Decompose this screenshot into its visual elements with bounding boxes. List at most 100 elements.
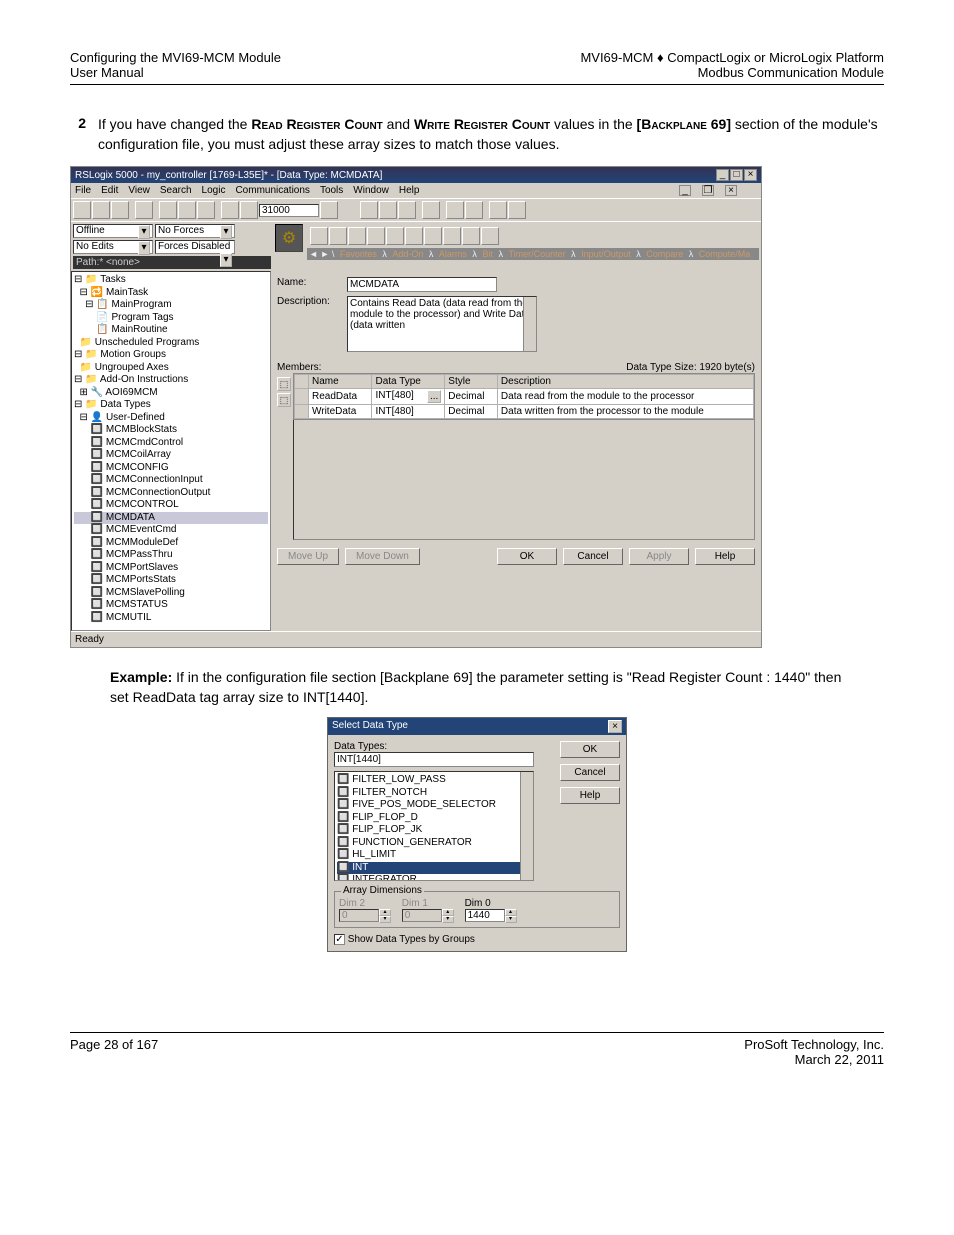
toolbtn-a-icon[interactable] bbox=[360, 201, 378, 219]
dim0-down-icon[interactable]: ▾ bbox=[505, 916, 517, 923]
menu-view[interactable]: View bbox=[128, 185, 150, 196]
dim0-up-icon[interactable]: ▴ bbox=[505, 909, 517, 916]
tree-node[interactable]: 🔲 MCMPortSlaves bbox=[74, 562, 268, 575]
list-item[interactable]: 🔲 FLIP_FLOP_D bbox=[337, 812, 531, 825]
tab-favorites[interactable]: Favorites bbox=[340, 249, 377, 259]
nav-prev-icon[interactable] bbox=[329, 227, 347, 245]
new-icon[interactable] bbox=[73, 201, 91, 219]
table-row[interactable]: ReadData INT[480] ... Decimal Data read … bbox=[295, 389, 754, 405]
tree-node[interactable]: 🔲 MCMDATA bbox=[74, 512, 268, 525]
undo-icon[interactable] bbox=[221, 201, 239, 219]
col-desc[interactable]: Description bbox=[497, 375, 753, 389]
tree-node[interactable]: 🔲 MCMEventCmd bbox=[74, 524, 268, 537]
list-item[interactable]: 🔲 FILTER_LOW_PASS bbox=[337, 774, 531, 787]
tree-node[interactable]: 📄 Program Tags bbox=[74, 312, 268, 325]
tree-node[interactable]: 🔲 MCMBlockStats bbox=[74, 424, 268, 437]
tree-node[interactable]: 🔲 MCMSTATUS bbox=[74, 599, 268, 612]
list-item[interactable]: 🔲 FIVE_POS_MODE_SELECTOR bbox=[337, 799, 531, 812]
tree-node[interactable]: ⊞ 🔧 AOI69MCM bbox=[74, 387, 268, 400]
name-field[interactable]: MCMDATA bbox=[347, 277, 497, 292]
show-groups-checkbox[interactable]: ✓ Show Data Types by Groups bbox=[334, 934, 620, 945]
cut-icon[interactable] bbox=[159, 201, 177, 219]
tree-node[interactable]: ⊟ 📋 MainProgram bbox=[74, 299, 268, 312]
menu-edit[interactable]: Edit bbox=[101, 185, 118, 196]
dim0-field[interactable]: 1440 bbox=[465, 909, 505, 922]
tab-io[interactable]: Input/Output bbox=[581, 249, 631, 259]
tree-node[interactable]: 🔲 MCMPassThru bbox=[74, 549, 268, 562]
cell-type[interactable]: INT[480] ... bbox=[372, 389, 445, 405]
dialog-close-icon[interactable]: × bbox=[608, 720, 622, 733]
tab-alarms[interactable]: Alarms bbox=[439, 249, 467, 259]
menu-logic[interactable]: Logic bbox=[202, 185, 226, 196]
datatypes-field[interactable]: INT[1440] bbox=[334, 752, 534, 767]
grid-side-btn-1-icon[interactable]: ⬚ bbox=[277, 377, 291, 391]
open-icon[interactable] bbox=[92, 201, 110, 219]
nav-last-icon[interactable] bbox=[405, 227, 423, 245]
col-name[interactable]: Name bbox=[309, 375, 372, 389]
table-row[interactable]: WriteData INT[480] Decimal Data written … bbox=[295, 405, 754, 419]
checkbox-icon[interactable]: ✓ bbox=[334, 934, 345, 945]
cell-name[interactable]: WriteData bbox=[309, 405, 372, 419]
tree-node[interactable]: 🔲 MCMPortsStats bbox=[74, 574, 268, 587]
tree-node[interactable]: 🔲 MCMCONTROL bbox=[74, 499, 268, 512]
list-item[interactable]: 🔲 FILTER_NOTCH bbox=[337, 787, 531, 800]
offline-combo[interactable]: Offline▾ bbox=[73, 224, 153, 238]
apply-button[interactable]: Apply bbox=[629, 548, 689, 565]
close-icon[interactable]: × bbox=[744, 169, 757, 181]
maximize-icon[interactable]: □ bbox=[730, 169, 743, 181]
project-tree[interactable]: ⊟ 📁 Tasks ⊟ 🔁 MainTask ⊟ 📋 MainProgram 📄… bbox=[71, 271, 271, 631]
tab-timer[interactable]: Timer/Counter bbox=[508, 249, 565, 259]
col-style[interactable]: Style bbox=[445, 375, 498, 389]
nav-rung-icon[interactable] bbox=[348, 227, 366, 245]
cell-desc[interactable]: Data written from the processor to the m… bbox=[497, 405, 753, 419]
nav-g-icon[interactable] bbox=[424, 227, 442, 245]
noedits-combo[interactable]: No Edits▾ bbox=[73, 240, 153, 254]
menu-search[interactable]: Search bbox=[160, 185, 192, 196]
grid-side-btn-2-icon[interactable]: ⬚ bbox=[277, 393, 291, 407]
zoom-out-icon[interactable] bbox=[508, 201, 526, 219]
redo-icon[interactable] bbox=[240, 201, 258, 219]
cell-style[interactable]: Decimal bbox=[445, 389, 498, 405]
list-item[interactable]: 🔲 INT bbox=[337, 862, 531, 875]
tree-node[interactable]: 📁 Unscheduled Programs bbox=[74, 337, 268, 350]
doc-close-icon[interactable]: × bbox=[725, 185, 737, 196]
doc-restore-icon[interactable]: ❐ bbox=[702, 185, 714, 196]
dialog-cancel-button[interactable]: Cancel bbox=[560, 764, 620, 781]
dropdown-icon[interactable] bbox=[320, 201, 338, 219]
print-icon[interactable] bbox=[135, 201, 153, 219]
tree-node[interactable]: 🔲 MCMConnectionInput bbox=[74, 474, 268, 487]
desc-scrollbar[interactable] bbox=[523, 297, 536, 351]
tree-node[interactable]: 🔲 MCMUTIL bbox=[74, 612, 268, 625]
movedown-button[interactable]: Move Down bbox=[345, 548, 420, 565]
tree-node[interactable]: ⊟ 🔁 MainTask bbox=[74, 287, 268, 300]
tree-node[interactable]: 🔲 MCMCONFIG bbox=[74, 462, 268, 475]
tree-node[interactable]: 🔲 MCMConnectionOutput bbox=[74, 487, 268, 500]
tab-compare[interactable]: Compare bbox=[646, 249, 683, 259]
toolbtn-e-icon[interactable] bbox=[446, 201, 464, 219]
list-item[interactable]: 🔲 HL_LIMIT bbox=[337, 849, 531, 862]
tree-node[interactable]: 📁 Ungrouped Axes bbox=[74, 362, 268, 375]
nav-h-icon[interactable] bbox=[443, 227, 461, 245]
list-item[interactable]: 🔲 FUNCTION_GENERATOR bbox=[337, 837, 531, 850]
tree-node[interactable]: 🔲 MCMCmdControl bbox=[74, 437, 268, 450]
cell-name[interactable]: ReadData bbox=[309, 389, 372, 405]
ok-button[interactable]: OK bbox=[497, 548, 557, 565]
datatype-list[interactable]: 🔲 FILTER_LOW_PASS🔲 FILTER_NOTCH🔲 FIVE_PO… bbox=[334, 771, 534, 881]
cell-desc[interactable]: Data read from the module to the process… bbox=[497, 389, 753, 405]
tree-node[interactable]: 🔲 MCMSlavePolling bbox=[74, 587, 268, 600]
list-item[interactable]: 🔲 FLIP_FLOP_JK bbox=[337, 824, 531, 837]
cell-type[interactable]: INT[480] bbox=[372, 405, 445, 419]
tab-compute[interactable]: Compute/Ma bbox=[699, 249, 751, 259]
nav-i-icon[interactable] bbox=[462, 227, 480, 245]
nav-branch-icon[interactable] bbox=[367, 227, 385, 245]
toolbtn-d-icon[interactable] bbox=[422, 201, 440, 219]
nav-j-icon[interactable] bbox=[481, 227, 499, 245]
tree-node[interactable]: ⊟ 📁 Tasks bbox=[74, 274, 268, 287]
members-grid[interactable]: Name Data Type Style Description ReadDat… bbox=[293, 373, 755, 420]
menu-communications[interactable]: Communications bbox=[235, 185, 309, 196]
minimize-icon[interactable]: _ bbox=[716, 169, 729, 181]
forces-disabled-combo[interactable]: Forces Disabled▾ bbox=[155, 240, 235, 254]
noforces-combo[interactable]: No Forces▾ bbox=[155, 224, 235, 238]
menu-file[interactable]: File bbox=[75, 185, 91, 196]
ellipsis-icon[interactable]: ... bbox=[427, 390, 441, 403]
